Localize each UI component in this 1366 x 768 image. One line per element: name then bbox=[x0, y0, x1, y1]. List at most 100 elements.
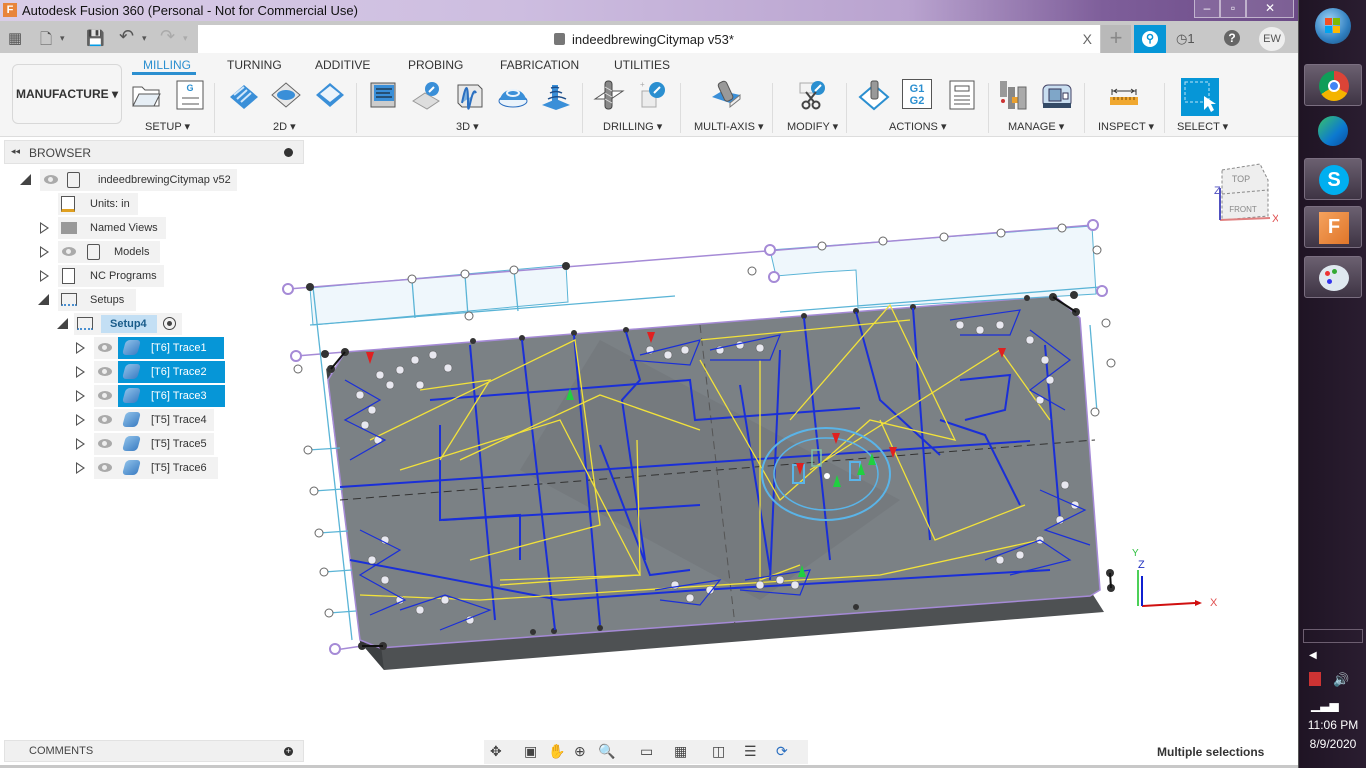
look-at-icon[interactable]: ▣ bbox=[524, 743, 537, 760]
view-cube[interactable]: TOP FRONT X Z bbox=[1214, 160, 1278, 226]
clock-time[interactable]: 11:06 PM bbox=[1299, 718, 1366, 732]
tree-item-nc-programs[interactable]: NC Programs bbox=[58, 265, 164, 287]
expand-toggle[interactable] bbox=[76, 342, 85, 354]
tree-item-setup4[interactable]: Setup4 bbox=[74, 313, 182, 335]
file-menu-icon[interactable]: 🗋 bbox=[40, 29, 52, 54]
browser-pin-icon[interactable] bbox=[284, 148, 293, 157]
expand-toggle[interactable] bbox=[76, 414, 85, 426]
network-signal-icon[interactable]: ▁▃▅ bbox=[1311, 698, 1339, 712]
tree-item-root-document[interactable]: indeedbrewingCitymap v52 bbox=[40, 169, 237, 191]
select-group-label[interactable]: SELECT ▾ bbox=[1177, 120, 1228, 133]
tab-utilities[interactable]: UTILITIES bbox=[614, 58, 670, 72]
workspace-switcher[interactable]: MANUFACTURE ▾ bbox=[12, 64, 122, 124]
measure-icon[interactable] bbox=[1108, 79, 1140, 111]
expand-toggle[interactable] bbox=[76, 390, 85, 402]
2d-adaptive-icon[interactable] bbox=[228, 79, 260, 111]
visibility-eye-icon[interactable] bbox=[98, 415, 112, 424]
grid-settings-icon[interactable]: ▦ bbox=[674, 743, 687, 760]
minimize-button[interactable]: – bbox=[1194, 0, 1220, 18]
taskbar-edge[interactable] bbox=[1304, 110, 1362, 152]
undo-caret-icon[interactable]: ▾ bbox=[142, 33, 147, 44]
scallop-icon[interactable] bbox=[540, 79, 572, 111]
tree-item-models[interactable]: Models bbox=[58, 241, 160, 263]
viewports-icon[interactable]: ◫ bbox=[712, 743, 725, 760]
close-window-button[interactable]: ✕ bbox=[1246, 0, 1294, 18]
redo-caret-icon[interactable]: ▾ bbox=[183, 33, 188, 44]
face-icon[interactable] bbox=[314, 79, 346, 111]
volume-icon[interactable]: 🔊 bbox=[1333, 672, 1349, 688]
drill-icon[interactable] bbox=[593, 79, 625, 111]
data-panel-grid-icon[interactable]: ▦ bbox=[8, 29, 22, 47]
tree-item-trace6[interactable]: [T5] Trace6 bbox=[94, 457, 218, 479]
undo-icon[interactable]: ↶ bbox=[119, 26, 134, 47]
2d-group-label[interactable]: 2D ▾ bbox=[273, 120, 296, 133]
post-process-button[interactable]: G1 G2 bbox=[902, 79, 932, 109]
multi-axis-group-label[interactable]: MULTI-AXIS ▾ bbox=[694, 120, 764, 133]
maximize-button[interactable]: ▫ bbox=[1220, 0, 1246, 18]
visibility-eye-icon[interactable] bbox=[98, 343, 112, 352]
multi-axis-icon[interactable] bbox=[710, 79, 742, 111]
tree-item-trace3[interactable]: [T6] Trace3 bbox=[94, 385, 225, 407]
nc-program-icon[interactable]: G bbox=[174, 79, 206, 111]
select-window-icon[interactable] bbox=[1181, 78, 1219, 116]
setup-folder-icon[interactable] bbox=[130, 79, 162, 111]
tree-item-trace2[interactable]: [T6] Trace2 bbox=[94, 361, 225, 383]
document-tab[interactable]: indeedbrewingCitymap v53* X bbox=[198, 25, 1100, 53]
hole-recognition-icon[interactable]: + bbox=[636, 79, 668, 111]
visibility-eye-icon[interactable] bbox=[98, 463, 112, 472]
close-tab-button[interactable]: X bbox=[1083, 31, 1092, 47]
expand-toggle[interactable] bbox=[40, 270, 49, 282]
tab-probing[interactable]: PROBING bbox=[408, 58, 463, 72]
manage-group-label[interactable]: MANAGE ▾ bbox=[1008, 120, 1064, 133]
setup-sheet-icon[interactable] bbox=[946, 79, 978, 111]
tab-additive[interactable]: ADDITIVE bbox=[315, 58, 370, 72]
tree-item-trace5[interactable]: [T5] Trace5 bbox=[94, 433, 214, 455]
visibility-eye-icon[interactable] bbox=[98, 367, 112, 376]
expand-toggle[interactable] bbox=[76, 438, 85, 450]
show-hidden-icons[interactable]: ◀ bbox=[1309, 650, 1317, 661]
display-settings-icon[interactable]: ▭ bbox=[640, 743, 653, 760]
zoom-icon[interactable]: ⊕ bbox=[574, 743, 586, 760]
taskbar-paint[interactable] bbox=[1304, 256, 1362, 298]
file-caret-icon[interactable]: ▾ bbox=[60, 33, 65, 44]
orbit-icon[interactable]: ✥ bbox=[490, 743, 502, 760]
3d-adaptive-icon[interactable] bbox=[368, 79, 400, 111]
tree-item-setups[interactable]: Setups bbox=[58, 289, 136, 311]
setup-group-label[interactable]: SETUP ▾ bbox=[145, 120, 190, 133]
expand-toggle[interactable] bbox=[40, 222, 49, 234]
redo-icon[interactable]: ↷ bbox=[160, 26, 175, 47]
contour-icon[interactable] bbox=[497, 79, 529, 111]
taskbar-scroll[interactable] bbox=[1303, 629, 1363, 643]
save-icon[interactable]: 💾 bbox=[86, 29, 105, 47]
expand-toggle[interactable] bbox=[76, 462, 85, 474]
viewcube-front-label[interactable]: FRONT bbox=[1229, 205, 1257, 214]
user-avatar[interactable]: EW bbox=[1259, 27, 1285, 51]
comments-panel[interactable]: COMMENTS + bbox=[4, 740, 304, 762]
add-comment-icon[interactable]: + bbox=[284, 747, 293, 756]
tree-item-named-views[interactable]: Named Views bbox=[58, 217, 166, 239]
3d-pocket-icon[interactable] bbox=[410, 79, 442, 111]
taskbar-skype[interactable]: S bbox=[1304, 158, 1362, 200]
visibility-eye-icon[interactable] bbox=[98, 439, 112, 448]
machine-library-icon[interactable] bbox=[1041, 79, 1073, 111]
actions-group-label[interactable]: ACTIONS ▾ bbox=[889, 120, 946, 133]
2d-pocket-icon[interactable] bbox=[270, 79, 302, 111]
fit-icon[interactable]: 🔍 bbox=[598, 743, 615, 760]
job-status-button[interactable]: ⚲ bbox=[1134, 25, 1166, 53]
tab-milling[interactable]: MILLING bbox=[143, 58, 191, 72]
3d-group-label[interactable]: 3D ▾ bbox=[456, 120, 479, 133]
tab-turning[interactable]: TURNING bbox=[227, 58, 282, 72]
viewcube-top-label[interactable]: TOP bbox=[1232, 174, 1250, 184]
drilling-group-label[interactable]: DRILLING ▾ bbox=[603, 120, 662, 133]
expand-toggle[interactable] bbox=[57, 318, 68, 329]
tree-item-trace1[interactable]: [T6] Trace1 bbox=[94, 337, 224, 359]
taskbar-fusion360[interactable]: F bbox=[1304, 206, 1362, 248]
sync-icon[interactable]: ⟳ bbox=[776, 743, 788, 760]
visibility-eye-icon[interactable] bbox=[44, 175, 58, 184]
visibility-eye-icon[interactable] bbox=[98, 391, 112, 400]
simulate-icon[interactable] bbox=[858, 79, 890, 111]
expand-toggle[interactable] bbox=[38, 294, 49, 305]
tree-item-units[interactable]: Units: in bbox=[58, 193, 138, 215]
help-button[interactable]: ? bbox=[1224, 30, 1240, 46]
expand-toggle[interactable] bbox=[40, 246, 49, 258]
